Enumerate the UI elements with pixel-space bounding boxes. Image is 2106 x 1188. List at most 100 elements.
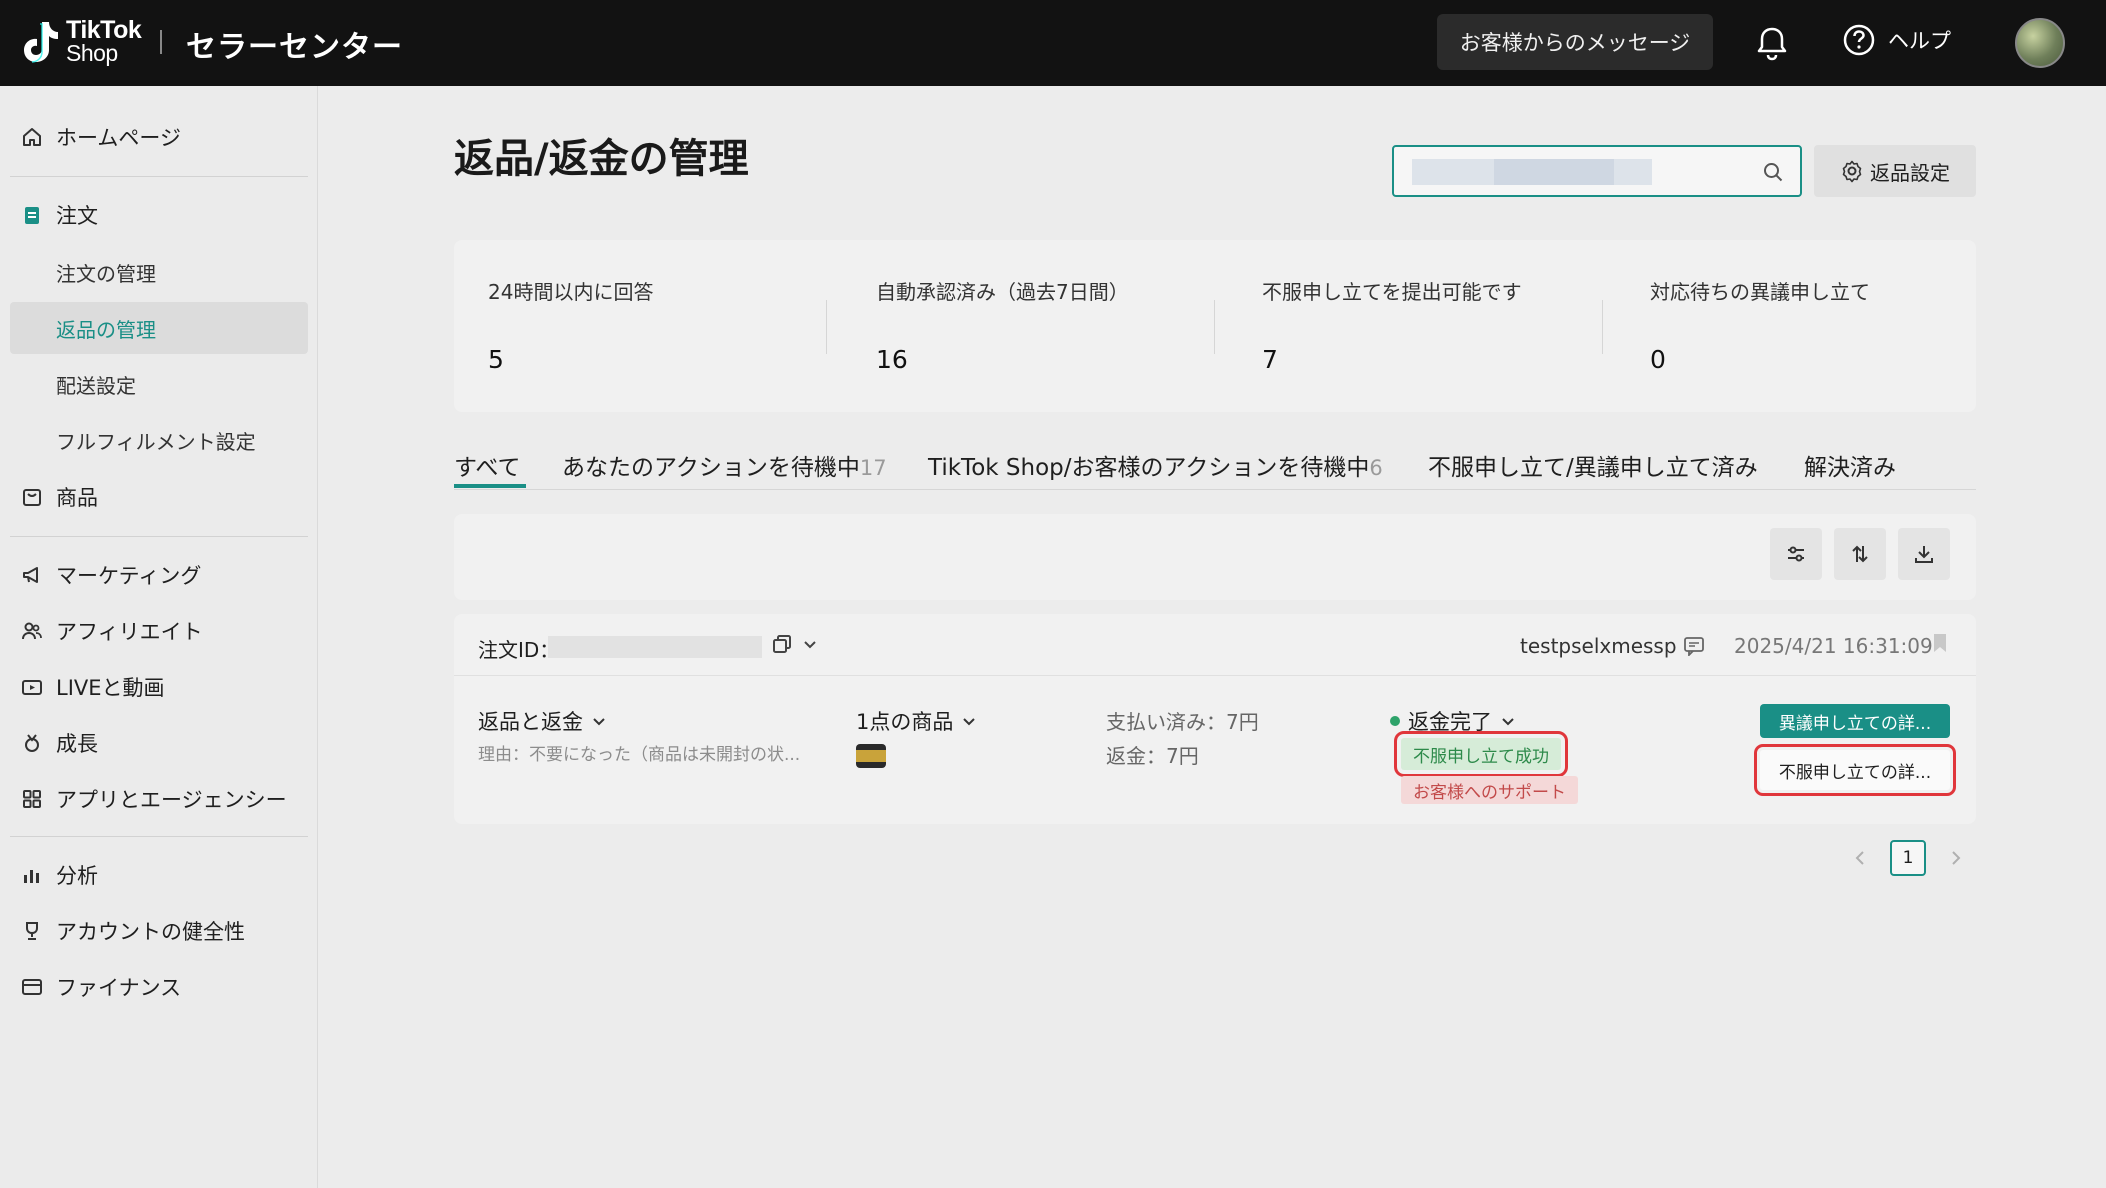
tab-label: TikTok Shop/お客様のアクションを待機中 [928,455,1370,481]
sidebar-subitem-order-management[interactable]: 注文の管理 [56,258,156,287]
chevron-down-icon [593,718,605,726]
status-dot [1390,716,1400,726]
sidebar-item-home[interactable]: ホームページ [20,122,181,152]
sidebar-item-products[interactable]: 商品 [20,482,98,512]
sidebar-subitem-shipping-settings[interactable]: 配送設定 [56,370,136,399]
bar-chart-icon [20,863,44,887]
chevron-down-icon[interactable] [802,636,818,652]
tab-appealed-disputed[interactable]: 不服申し立て/異議申し立て済み [1428,448,1758,482]
pagination-prev[interactable] [1844,840,1876,876]
help-button[interactable]: ヘルプ [1842,23,1951,57]
sidebar-item-label: アプリとエージェンシー [56,788,287,812]
product-box-icon [20,485,44,509]
sidebar-item-label: 注文 [56,204,98,228]
filter-sliders-icon [1788,546,1804,562]
sidebar-item-label: アフィリエイト [56,620,203,644]
stat-label: 自動承認済み（過去7日間） [876,280,1129,304]
buyer-name: testpselxmessp [1520,634,1677,658]
refund-amount: 返金：7円 [1106,744,1199,768]
list-toolbar [454,514,1976,600]
tab-awaiting-your-action[interactable]: あなたのアクションを待機中17 [562,448,887,482]
tiktok-shop-logo[interactable]: TikTok Shop [20,16,142,66]
sidebar-subitem-returns-management[interactable]: 返品の管理 [56,314,156,343]
divider [826,300,827,354]
stat-value: 16 [876,345,908,374]
items-dropdown[interactable]: 1点の商品 [856,706,977,736]
divider [10,176,308,177]
search-input[interactable] [1392,145,1802,197]
wallet-icon [20,975,44,999]
download-icon [1915,546,1933,563]
tab-label: 不服申し立て/異議申し立て済み [1428,455,1758,481]
customer-messages-button[interactable]: お客様からのメッセージ [1437,14,1713,70]
product-thumbnail[interactable] [856,744,886,768]
gear-icon [1842,160,1862,183]
pagination-page[interactable]: 1 [1890,840,1926,876]
stat-value: 7 [1262,345,1278,374]
sort-button[interactable] [1834,528,1886,580]
chevron-right-icon [1952,851,1961,865]
download-button[interactable] [1898,528,1950,580]
dispute-details-button[interactable]: 異議申し立ての詳... [1760,704,1950,738]
orders-icon [20,203,44,227]
sidebar-item-analytics[interactable]: 分析 [20,860,98,890]
sort-arrows-icon [1852,545,1868,563]
sidebar-active-highlight [10,302,308,354]
logo-line-2: Shop [66,40,118,66]
return-settings-label: 返品設定 [1870,160,1950,185]
page-title: 返品/返金の管理 [454,136,749,182]
sidebar-item-account-health[interactable]: アカウントの健全性 [20,916,245,946]
sidebar-item-affiliate[interactable]: アフィリエイト [20,616,203,646]
copy-icon[interactable] [772,634,792,654]
return-settings-button[interactable]: 返品設定 [1814,145,1976,197]
appeal-success-badge: 不服申し立て成功 [1394,731,1568,777]
sidebar-item-finance[interactable]: ファイナンス [20,972,181,1002]
sidebar-subitem-fulfillment-settings[interactable]: フルフィルメント設定 [56,426,256,455]
tab-label: すべて [454,455,521,481]
stat-card[interactable]: 自動承認済み（過去7日間） 16 [876,276,1236,374]
stat-card[interactable]: 24時間以内に回答 5 [488,276,848,374]
stat-label: 対応待ちの異議申し立て [1650,280,1870,304]
sidebar-item-apps-agencies[interactable]: アプリとエージェンシー [20,784,287,814]
chat-icon[interactable] [1683,636,1705,656]
return-reason: 理由：不要になった（商品は未開封の状... [478,745,801,765]
megaphone-icon [20,563,44,587]
stat-label: 不服申し立てを提出可能です [1262,280,1522,304]
apps-grid-icon [20,787,44,811]
status-tabs: すべて あなたのアクションを待機中17 TikTok Shop/お客様のアクショ… [454,448,1976,490]
buyer-username[interactable]: testpselxmessp [1520,634,1705,658]
filter-button[interactable] [1770,528,1822,580]
appeal-details-button[interactable]: 不服申し立ての詳... [1754,744,1956,796]
pagination-next[interactable] [1940,840,1972,876]
home-icon [20,125,44,149]
bell-icon[interactable] [1752,23,1792,63]
avatar[interactable] [2015,18,2065,68]
sidebar-item-orders[interactable]: 注文 [20,200,98,230]
sidebar-item-live-video[interactable]: LIVEと動画 [20,672,165,702]
sidebar-item-growth[interactable]: 成長 [20,728,98,758]
sidebar-item-label: 商品 [56,486,98,510]
logo-separator [160,30,162,54]
tab-awaiting-shop-customer[interactable]: TikTok Shop/お客様のアクションを待機中6 [928,448,1383,482]
logo-line-1: TikTok [66,16,142,44]
top-bar: TikTok Shop セラーセンター お客様からのメッセージ ヘルプ [0,0,2106,86]
tab-all[interactable]: すべて [454,448,520,482]
divider [10,836,308,837]
active-tab-indicator [454,484,526,488]
return-order-card: 注文ID： testpselxmessp 2025/4/21 16:31:09 … [454,614,1976,824]
sidebar-item-label: 成長 [56,732,98,756]
stat-label: 24時間以内に回答 [488,280,654,304]
divider [1602,300,1603,354]
request-type-dropdown[interactable]: 返品と返金 [478,706,607,736]
stat-card[interactable]: 対応待ちの異議申し立て 0 [1650,276,2010,374]
refund-status-dropdown[interactable]: 返金完了 [1390,706,1516,736]
sidebar-item-label: LIVEと動画 [56,676,165,700]
stat-value: 5 [488,345,504,374]
order-date: 2025/4/21 16:31:09 [1734,634,1933,658]
stat-card[interactable]: 不服申し立てを提出可能です 7 [1262,276,1622,374]
sidebar-item-marketing[interactable]: マーケティング [20,560,201,590]
tab-resolved[interactable]: 解決済み [1804,448,1896,482]
search-icon[interactable] [1762,161,1784,183]
bookmark-icon[interactable] [1932,632,1948,654]
tab-count: 17 [859,456,887,480]
